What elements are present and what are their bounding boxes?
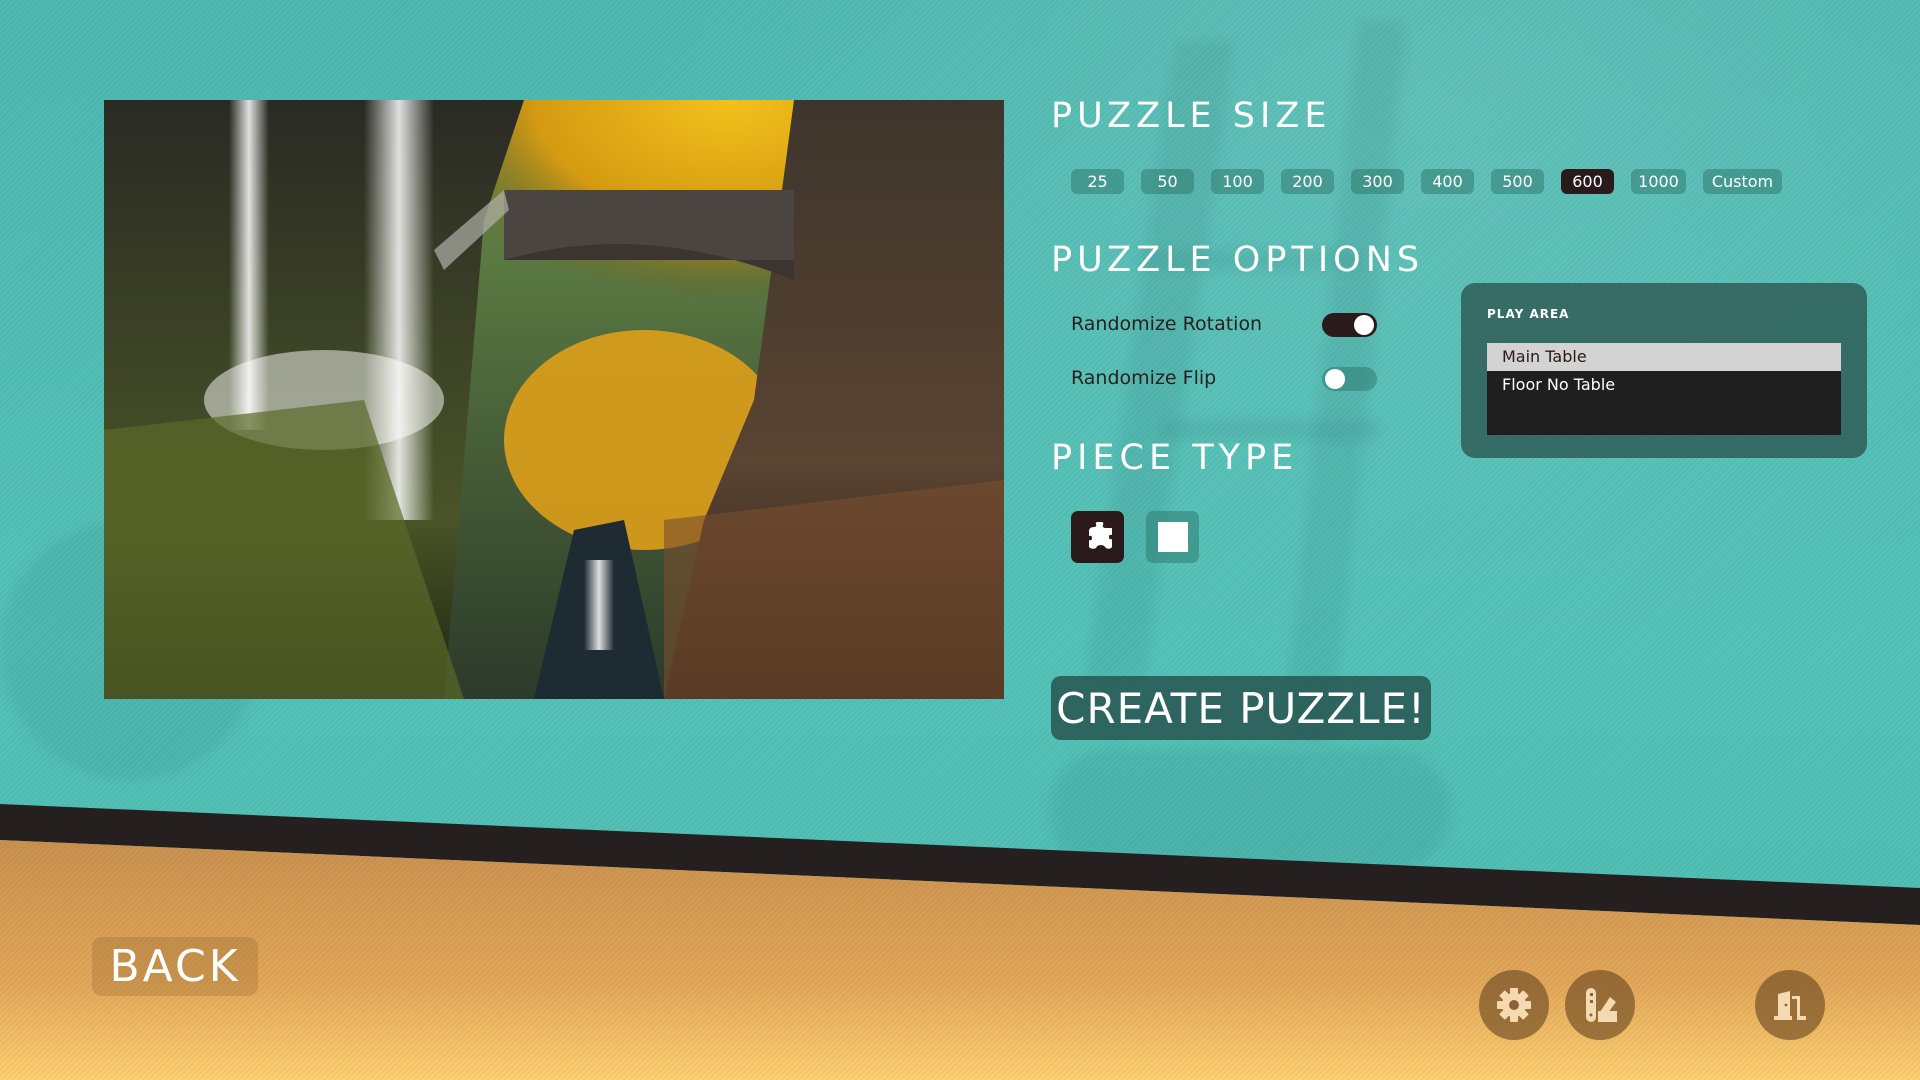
play-area-panel: PLAY AREA Main Table Floor No Table	[1461, 283, 1867, 458]
randomize-flip-toggle[interactable]	[1322, 367, 1377, 391]
jigsaw-piece-icon	[1088, 522, 1112, 549]
puzzle-size-heading: PUZZLE SIZE	[1051, 96, 1332, 136]
exit-door-icon	[1774, 991, 1806, 1020]
play-area-list[interactable]: Main Table Floor No Table	[1487, 343, 1841, 435]
size-option-600[interactable]: 600	[1561, 169, 1614, 194]
play-area-option-floor-no-table[interactable]: Floor No Table	[1487, 371, 1841, 399]
toggle-knob	[1325, 369, 1345, 389]
size-option-50[interactable]: 50	[1141, 169, 1194, 194]
toggle-knob	[1354, 315, 1374, 335]
size-option-custom[interactable]: Custom	[1703, 169, 1782, 194]
puzzle-preview-image	[104, 100, 1004, 699]
create-puzzle-button[interactable]: CREATE PUZZLE!	[1051, 676, 1431, 740]
size-option-1000[interactable]: 1000	[1631, 169, 1686, 194]
piece-type-square-button[interactable]	[1146, 511, 1199, 563]
play-area-title: PLAY AREA	[1487, 307, 1570, 321]
size-option-500[interactable]: 500	[1491, 169, 1544, 194]
play-area-option-main-table[interactable]: Main Table	[1487, 343, 1841, 371]
size-option-400[interactable]: 400	[1421, 169, 1474, 194]
square-piece-icon	[1157, 522, 1188, 552]
size-option-200[interactable]: 200	[1281, 169, 1334, 194]
palette-icon	[1586, 988, 1617, 1022]
size-option-25[interactable]: 25	[1071, 169, 1124, 194]
randomize-flip-label: Randomize Flip	[1071, 367, 1217, 389]
puzzle-options-heading: PUZZLE OPTIONS	[1051, 240, 1425, 280]
size-option-300[interactable]: 300	[1351, 169, 1404, 194]
randomize-rotation-label: Randomize Rotation	[1071, 313, 1263, 335]
back-button[interactable]: BACK	[92, 937, 258, 996]
theme-button[interactable]	[1565, 970, 1635, 1040]
piece-type-jigsaw-button[interactable]	[1071, 511, 1124, 563]
gear-icon	[1497, 988, 1531, 1022]
piece-type-heading: PIECE TYPE	[1051, 438, 1299, 478]
exit-button[interactable]	[1755, 970, 1825, 1040]
settings-button[interactable]	[1479, 970, 1549, 1040]
randomize-rotation-toggle[interactable]	[1322, 313, 1377, 337]
size-option-100[interactable]: 100	[1211, 169, 1264, 194]
